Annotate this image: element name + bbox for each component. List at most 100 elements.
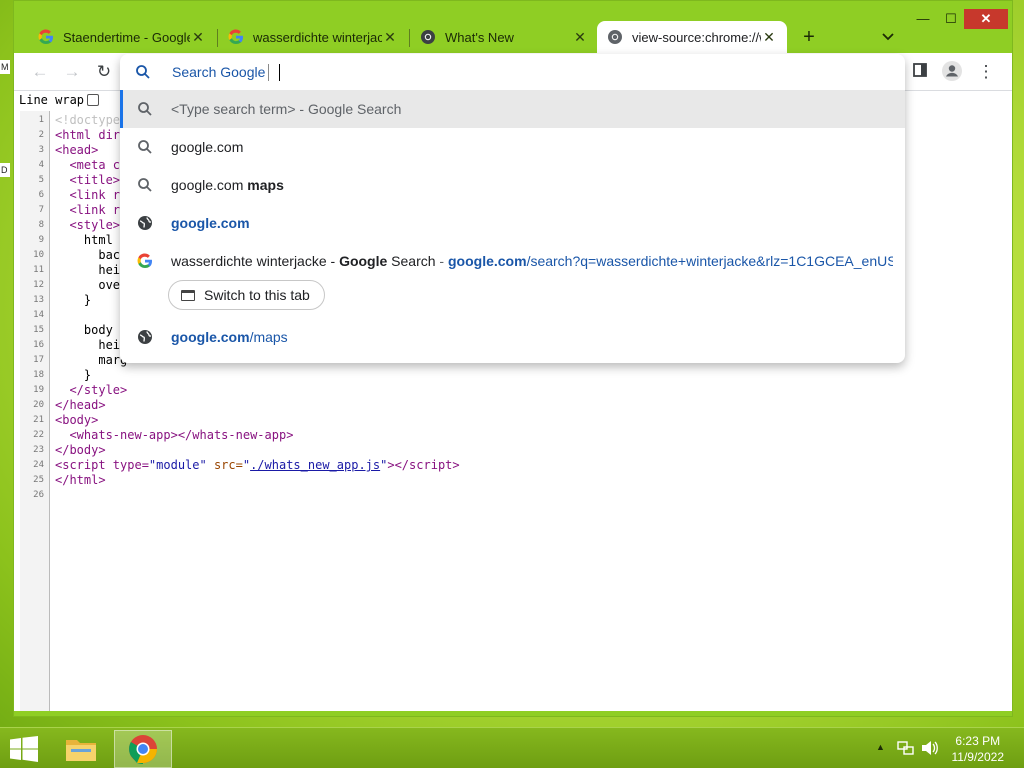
clock[interactable]: 6:23 PM 11/9/2022 [952, 733, 1005, 765]
omnibox-input[interactable]: Search Google [120, 54, 905, 90]
code-line: <whats-new-app></whats-new-app> [55, 428, 294, 442]
omnibox-placeholder: Search Google [172, 64, 266, 80]
suggestion-google-com[interactable]: google.com [120, 128, 905, 166]
taskbar-file-explorer[interactable] [56, 730, 106, 768]
line-number: 26 [33, 490, 44, 500]
globe-icon [138, 216, 152, 230]
code-line: <!doctype [55, 113, 121, 127]
volume-icon[interactable] [921, 740, 939, 756]
close-tab-icon[interactable]: ✕ [190, 29, 206, 46]
line-number: 13 [33, 295, 44, 305]
code-line: body { [55, 323, 128, 337]
google-g-icon [137, 253, 152, 268]
suggestion-google-com-maps[interactable]: google.com maps [120, 166, 905, 204]
globe-icon [138, 330, 152, 344]
line-number: 24 [33, 460, 44, 470]
tab-search-button[interactable] [876, 25, 900, 49]
google-g-icon [38, 29, 54, 45]
tab-title: Staendertime - Google [63, 29, 190, 45]
code-line: back [55, 248, 128, 262]
chrome-icon [607, 29, 623, 45]
tab-view-source[interactable]: view-source:chrome://w ✕ [597, 21, 787, 53]
line-number: 21 [33, 415, 44, 425]
suggestion-google-maps-url[interactable]: google.com/maps [120, 318, 905, 356]
omnibox-popup: Search Google <Type search term> - Googl… [120, 54, 905, 363]
line-number: 7 [38, 205, 44, 215]
line-number: 23 [33, 445, 44, 455]
taskbar: ▲ 6:23 PM 11/9/2022 [0, 727, 1024, 768]
code-line: } [55, 293, 92, 307]
reload-button[interactable]: ↻ [92, 61, 116, 83]
maximize-button[interactable]: ☐ [935, 9, 967, 29]
line-number: 16 [33, 340, 44, 350]
tab-whats-new[interactable]: What's New ✕ [410, 21, 598, 53]
code-line: <head> [55, 143, 99, 157]
line-number: 9 [38, 235, 44, 245]
new-tab-button[interactable]: + [797, 25, 821, 49]
forward-button[interactable]: → [60, 61, 84, 83]
code-line: } [55, 368, 92, 382]
line-number-gutter: 1 2 3 4 5 6 7 8 9 10 11 12 13 14 15 16 17 18 19 20 21 22 23 24 2… [20, 111, 50, 711]
back-button[interactable]: ← [28, 61, 52, 83]
line-number: 25 [33, 475, 44, 485]
line-number: 11 [33, 265, 44, 275]
line-number: 20 [33, 400, 44, 410]
close-window-button[interactable]: ✕ [964, 9, 1008, 29]
suggestion-text: google.com maps [171, 177, 284, 193]
tray-overflow-icon[interactable]: ▲ [876, 742, 885, 752]
search-icon [138, 140, 152, 154]
code-line: <link re [55, 188, 128, 202]
text-caret [279, 64, 280, 81]
line-number: 8 [38, 220, 44, 230]
chevron-down-icon [882, 33, 894, 41]
line-number: 12 [33, 280, 44, 290]
line-number: 5 [38, 175, 44, 185]
suggestion-type-search-term[interactable]: <Type search term> - Google Search [120, 90, 905, 128]
suggestion-google-com-url[interactable]: google.com [120, 204, 905, 242]
clock-date: 11/9/2022 [951, 750, 1005, 764]
code-line: <link re [55, 203, 128, 217]
script-src-link[interactable]: ./whats_new_app.js [250, 458, 380, 472]
line-number: 4 [38, 160, 44, 170]
side-panel-button[interactable] [908, 61, 932, 83]
clock-time: 6:23 PM [955, 734, 1001, 748]
taskbar-chrome[interactable] [114, 730, 172, 768]
chrome-icon [420, 29, 436, 45]
close-tab-icon[interactable]: ✕ [761, 29, 777, 46]
placeholder-divider [268, 64, 269, 81]
close-tab-icon[interactable]: ✕ [382, 29, 398, 46]
switch-to-tab-button[interactable]: Switch to this tab [168, 280, 325, 310]
line-number: 22 [33, 430, 44, 440]
switch-to-tab-label: Switch to this tab [204, 287, 310, 303]
suggestion-text: google.com/maps [171, 329, 288, 345]
network-icon[interactable] [897, 740, 915, 756]
line-number: 2 [38, 130, 44, 140]
desktop-icon-fragment: D [0, 163, 10, 177]
suggestion-text: google.com [171, 139, 244, 155]
code-line: <style> [55, 218, 121, 232]
line-number: 15 [33, 325, 44, 335]
browser-window: Staendertime - Google ✕ wasserdichte win… [13, 0, 1013, 717]
google-g-icon [228, 29, 244, 45]
close-tab-icon[interactable]: ✕ [572, 29, 588, 46]
code-line: </head> [55, 398, 106, 412]
chrome-icon [129, 735, 157, 764]
code-line: </style> [55, 383, 128, 397]
search-icon [138, 178, 152, 192]
code-line: <meta ch [55, 158, 128, 172]
line-number: 17 [33, 355, 44, 365]
code-line: </html> [55, 473, 106, 487]
suggestion-open-tab[interactable]: wasserdichte winterjacke - Google Search… [120, 242, 905, 280]
tab-staendertime[interactable]: Staendertime - Google ✕ [28, 21, 216, 53]
code-line: <script type="module" src="./whats_new_a… [55, 458, 460, 472]
profile-button[interactable] [940, 61, 964, 83]
code-line: over [55, 278, 128, 292]
line-number: 6 [38, 190, 44, 200]
menu-button[interactable]: ⋮ [974, 61, 998, 83]
tab-wasserdichte[interactable]: wasserdichte winterjacke ✕ [218, 21, 408, 53]
line-wrap-checkbox[interactable] [87, 94, 100, 106]
tab-strip: Staendertime - Google ✕ wasserdichte win… [14, 1, 1012, 53]
code-line: <title>W [55, 173, 128, 187]
windows-start-icon[interactable] [10, 736, 38, 762]
code-line: <body> [55, 413, 99, 427]
